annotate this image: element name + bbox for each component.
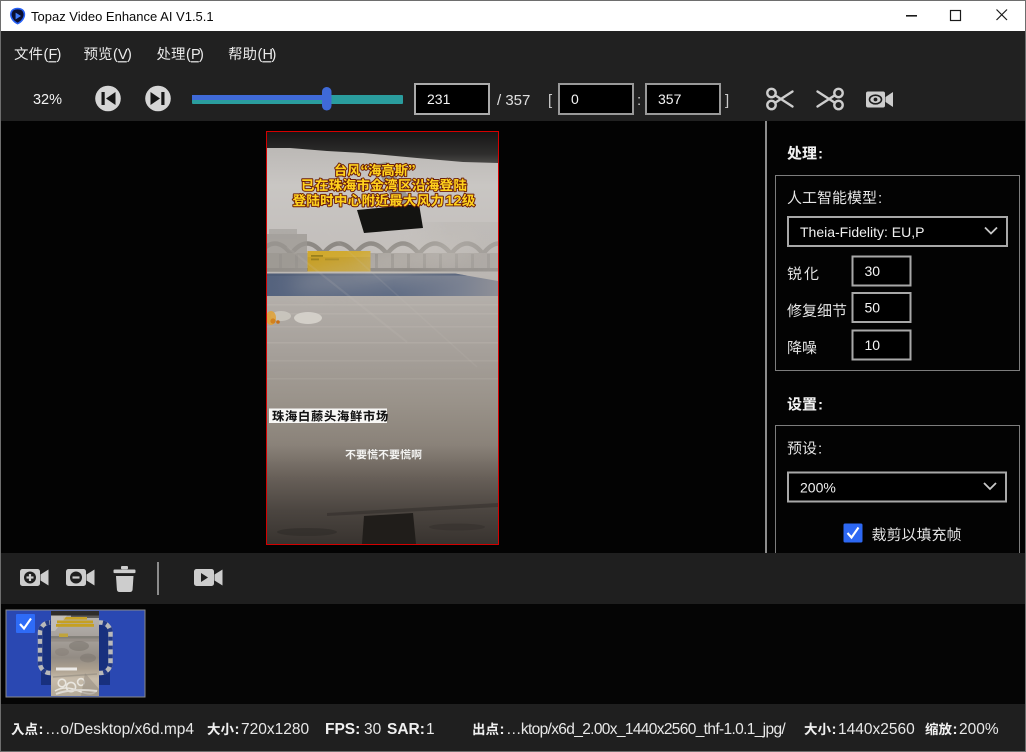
svg-text:/ 357: / 357 [497, 92, 530, 109]
svg-text:): ) [127, 47, 132, 63]
svg-text::: : [235, 721, 240, 738]
svg-text:SAR:: SAR: [387, 721, 425, 738]
svg-text:…ktop/x6d_2.00x_1440x2560_thf-: …ktop/x6d_2.00x_1440x2560_thf-1.0.1_jpg/ [506, 721, 786, 738]
svg-text:…o/Desktop/x6d.mp4: …o/Desktop/x6d.mp4 [45, 721, 194, 738]
svg-text:0: 0 [571, 91, 579, 107]
svg-text:FPS:: FPS: [325, 721, 360, 738]
svg-text:1: 1 [426, 721, 435, 738]
svg-text:231: 231 [427, 91, 451, 107]
svg-text::: : [637, 92, 641, 109]
svg-text::: : [818, 441, 822, 458]
svg-text:Theia-Fidelity: EU,P: Theia-Fidelity: EU,P [800, 224, 924, 240]
svg-text:720x1280: 720x1280 [241, 721, 309, 738]
svg-text::: : [953, 721, 958, 738]
svg-text:50: 50 [865, 300, 881, 316]
svg-text:32%: 32% [33, 92, 62, 108]
svg-text::: : [832, 721, 837, 738]
svg-text:12: 12 [445, 193, 461, 209]
svg-text:]: ] [725, 92, 729, 109]
svg-text:30: 30 [364, 721, 382, 738]
svg-text:200%: 200% [959, 721, 999, 738]
svg-text::: : [818, 397, 823, 414]
svg-text::: : [39, 721, 44, 738]
svg-text:Topaz Video Enhance AI V1.5.1: Topaz Video Enhance AI V1.5.1 [31, 9, 214, 24]
svg-text::: : [878, 190, 882, 207]
svg-text::: : [500, 721, 505, 738]
svg-text:30: 30 [865, 263, 881, 279]
svg-text:200%: 200% [800, 480, 836, 496]
svg-text:1440x2560: 1440x2560 [838, 721, 915, 738]
svg-text:10: 10 [865, 337, 881, 353]
svg-text:): ) [272, 47, 277, 63]
svg-text::: : [818, 146, 823, 163]
svg-text:): ) [199, 47, 204, 63]
svg-text:): ) [57, 47, 62, 63]
svg-text:357: 357 [658, 91, 682, 107]
